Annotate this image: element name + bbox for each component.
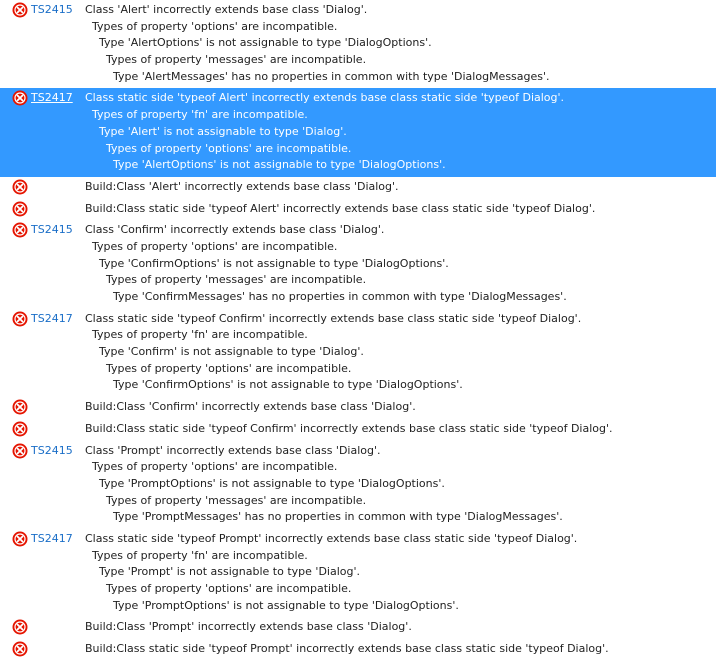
error-detail-line: Types of property 'options' are incompat… [85, 460, 338, 474]
error-detail-line: Types of property 'messages' are incompa… [85, 273, 367, 287]
error-message-line: Class static side 'typeof Prompt' incorr… [85, 531, 578, 545]
error-code-link[interactable]: TS2417 [31, 531, 85, 547]
error-row[interactable]: TS2415 Class 'Alert' incorrectly extends… [0, 0, 716, 88]
error-row[interactable]: Build:Class 'Alert' incorrectly extends … [0, 177, 716, 199]
error-message-line: Build:Class 'Prompt' incorrectly extends… [85, 620, 412, 634]
error-detail-line: Type 'Prompt' is not assignable to type … [85, 565, 360, 579]
error-message-line: Class 'Confirm' incorrectly extends base… [85, 223, 385, 237]
error-detail-line: Types of property 'options' are incompat… [85, 239, 338, 253]
error-icon [12, 201, 28, 217]
error-message: Build:Class 'Confirm' incorrectly extend… [85, 399, 716, 416]
error-list: TS2415 Class 'Alert' incorrectly extends… [0, 0, 716, 657]
error-icon [12, 443, 28, 459]
error-row[interactable]: Build:Class 'Prompt' incorrectly extends… [0, 617, 716, 639]
error-icon [12, 90, 28, 106]
error-message: Class static side 'typeof Alert' incorre… [85, 90, 716, 173]
error-row[interactable]: TS2415 Class 'Confirm' incorrectly exten… [0, 220, 716, 308]
error-icon [12, 2, 28, 18]
error-message: Class 'Confirm' incorrectly extends base… [85, 222, 716, 305]
error-message-line: Build:Class static side 'typeof Confirm'… [85, 421, 613, 435]
error-detail-line: Type 'ConfirmOptions' is not assignable … [85, 256, 449, 270]
error-code-link[interactable]: TS2415 [31, 222, 85, 238]
error-icon [12, 531, 28, 547]
error-message: Build:Class 'Prompt' incorrectly extends… [85, 619, 716, 636]
error-detail-line: Types of property 'options' are incompat… [85, 582, 352, 595]
error-code-link[interactable]: TS2417 [31, 90, 85, 106]
error-message-line: Build:Class 'Confirm' incorrectly extend… [85, 400, 416, 414]
error-row[interactable]: Build:Class static side 'typeof Confirm'… [0, 419, 716, 441]
error-message: Class static side 'typeof Confirm' incor… [85, 311, 716, 394]
error-detail-line: Type 'PromptOptions' is not assignable t… [85, 598, 459, 612]
error-icon [12, 641, 28, 657]
error-message: Class static side 'typeof Prompt' incorr… [85, 531, 716, 614]
error-message: Class 'Alert' incorrectly extends base c… [85, 2, 716, 85]
error-detail-line: Type 'ConfirmMessages' has no properties… [85, 290, 567, 303]
error-row[interactable]: Build:Class static side 'typeof Prompt' … [0, 639, 716, 661]
error-detail-line: Types of property 'fn' are incompatible. [85, 328, 308, 342]
error-icon [12, 399, 28, 415]
error-message-line: Build:Class static side 'typeof Prompt' … [85, 642, 609, 656]
error-detail-line: Types of property 'messages' are incompa… [85, 53, 367, 67]
error-message: Build:Class static side 'typeof Alert' i… [85, 201, 716, 218]
error-code-link[interactable]: TS2417 [31, 311, 85, 327]
error-detail-line: Type 'PromptMessages' has no properties … [85, 510, 563, 524]
error-message-line: Build:Class static side 'typeof Alert' i… [85, 201, 596, 215]
error-message-line: Build:Class 'Alert' incorrectly extends … [85, 179, 399, 193]
error-detail-line: Type 'Alert' is not assignable to type '… [85, 124, 347, 138]
error-code-link[interactable]: TS2415 [31, 443, 85, 459]
error-row[interactable]: TS2417 Class static side 'typeof Alert' … [0, 88, 716, 177]
error-detail-line: Type 'AlertMessages' has no properties i… [85, 69, 550, 83]
error-detail-line: Types of property 'options' are incompat… [85, 19, 338, 33]
error-row[interactable]: TS2417 Class static side 'typeof Prompt'… [0, 529, 716, 617]
error-message: Build:Class static side 'typeof Confirm'… [85, 421, 716, 438]
error-row[interactable]: TS2415 Class 'Prompt' incorrectly extend… [0, 441, 716, 529]
error-message-line: Class static side 'typeof Confirm' incor… [85, 311, 582, 325]
error-message-line: Class static side 'typeof Alert' incorre… [85, 91, 565, 105]
error-row[interactable]: Build:Class 'Confirm' incorrectly extend… [0, 397, 716, 419]
error-detail-line: Type 'AlertOptions' is not assignable to… [85, 36, 432, 50]
error-icon [12, 619, 28, 635]
error-icon [12, 421, 28, 437]
error-icon [12, 311, 28, 327]
error-message: Class 'Prompt' incorrectly extends base … [85, 443, 716, 526]
error-detail-line: Types of property 'fn' are incompatible. [85, 548, 308, 562]
error-detail-line: Type 'ConfirmOptions' is not assignable … [85, 378, 463, 392]
error-row[interactable]: TS2417 Class static side 'typeof Confirm… [0, 309, 716, 397]
error-detail-line: Type 'PromptOptions' is not assignable t… [85, 476, 445, 490]
error-icon [12, 222, 28, 238]
error-detail-line: Types of property 'options' are incompat… [85, 361, 352, 375]
error-detail-line: Types of property 'messages' are incompa… [85, 493, 367, 507]
error-message: Build:Class 'Alert' incorrectly extends … [85, 179, 716, 196]
error-detail-line: Type 'Confirm' is not assignable to type… [85, 345, 364, 359]
error-detail-line: Type 'AlertOptions' is not assignable to… [85, 158, 446, 172]
error-message-line: Class 'Prompt' incorrectly extends base … [85, 443, 381, 457]
error-row[interactable]: Build:Class static side 'typeof Alert' i… [0, 199, 716, 221]
error-detail-line: Types of property 'options' are incompat… [85, 141, 352, 155]
error-code-link[interactable]: TS2415 [31, 2, 85, 18]
error-detail-line: Types of property 'fn' are incompatible. [85, 108, 308, 122]
error-message-line: Class 'Alert' incorrectly extends base c… [85, 3, 368, 16]
error-message: Build:Class static side 'typeof Prompt' … [85, 641, 716, 658]
error-icon [12, 179, 28, 195]
